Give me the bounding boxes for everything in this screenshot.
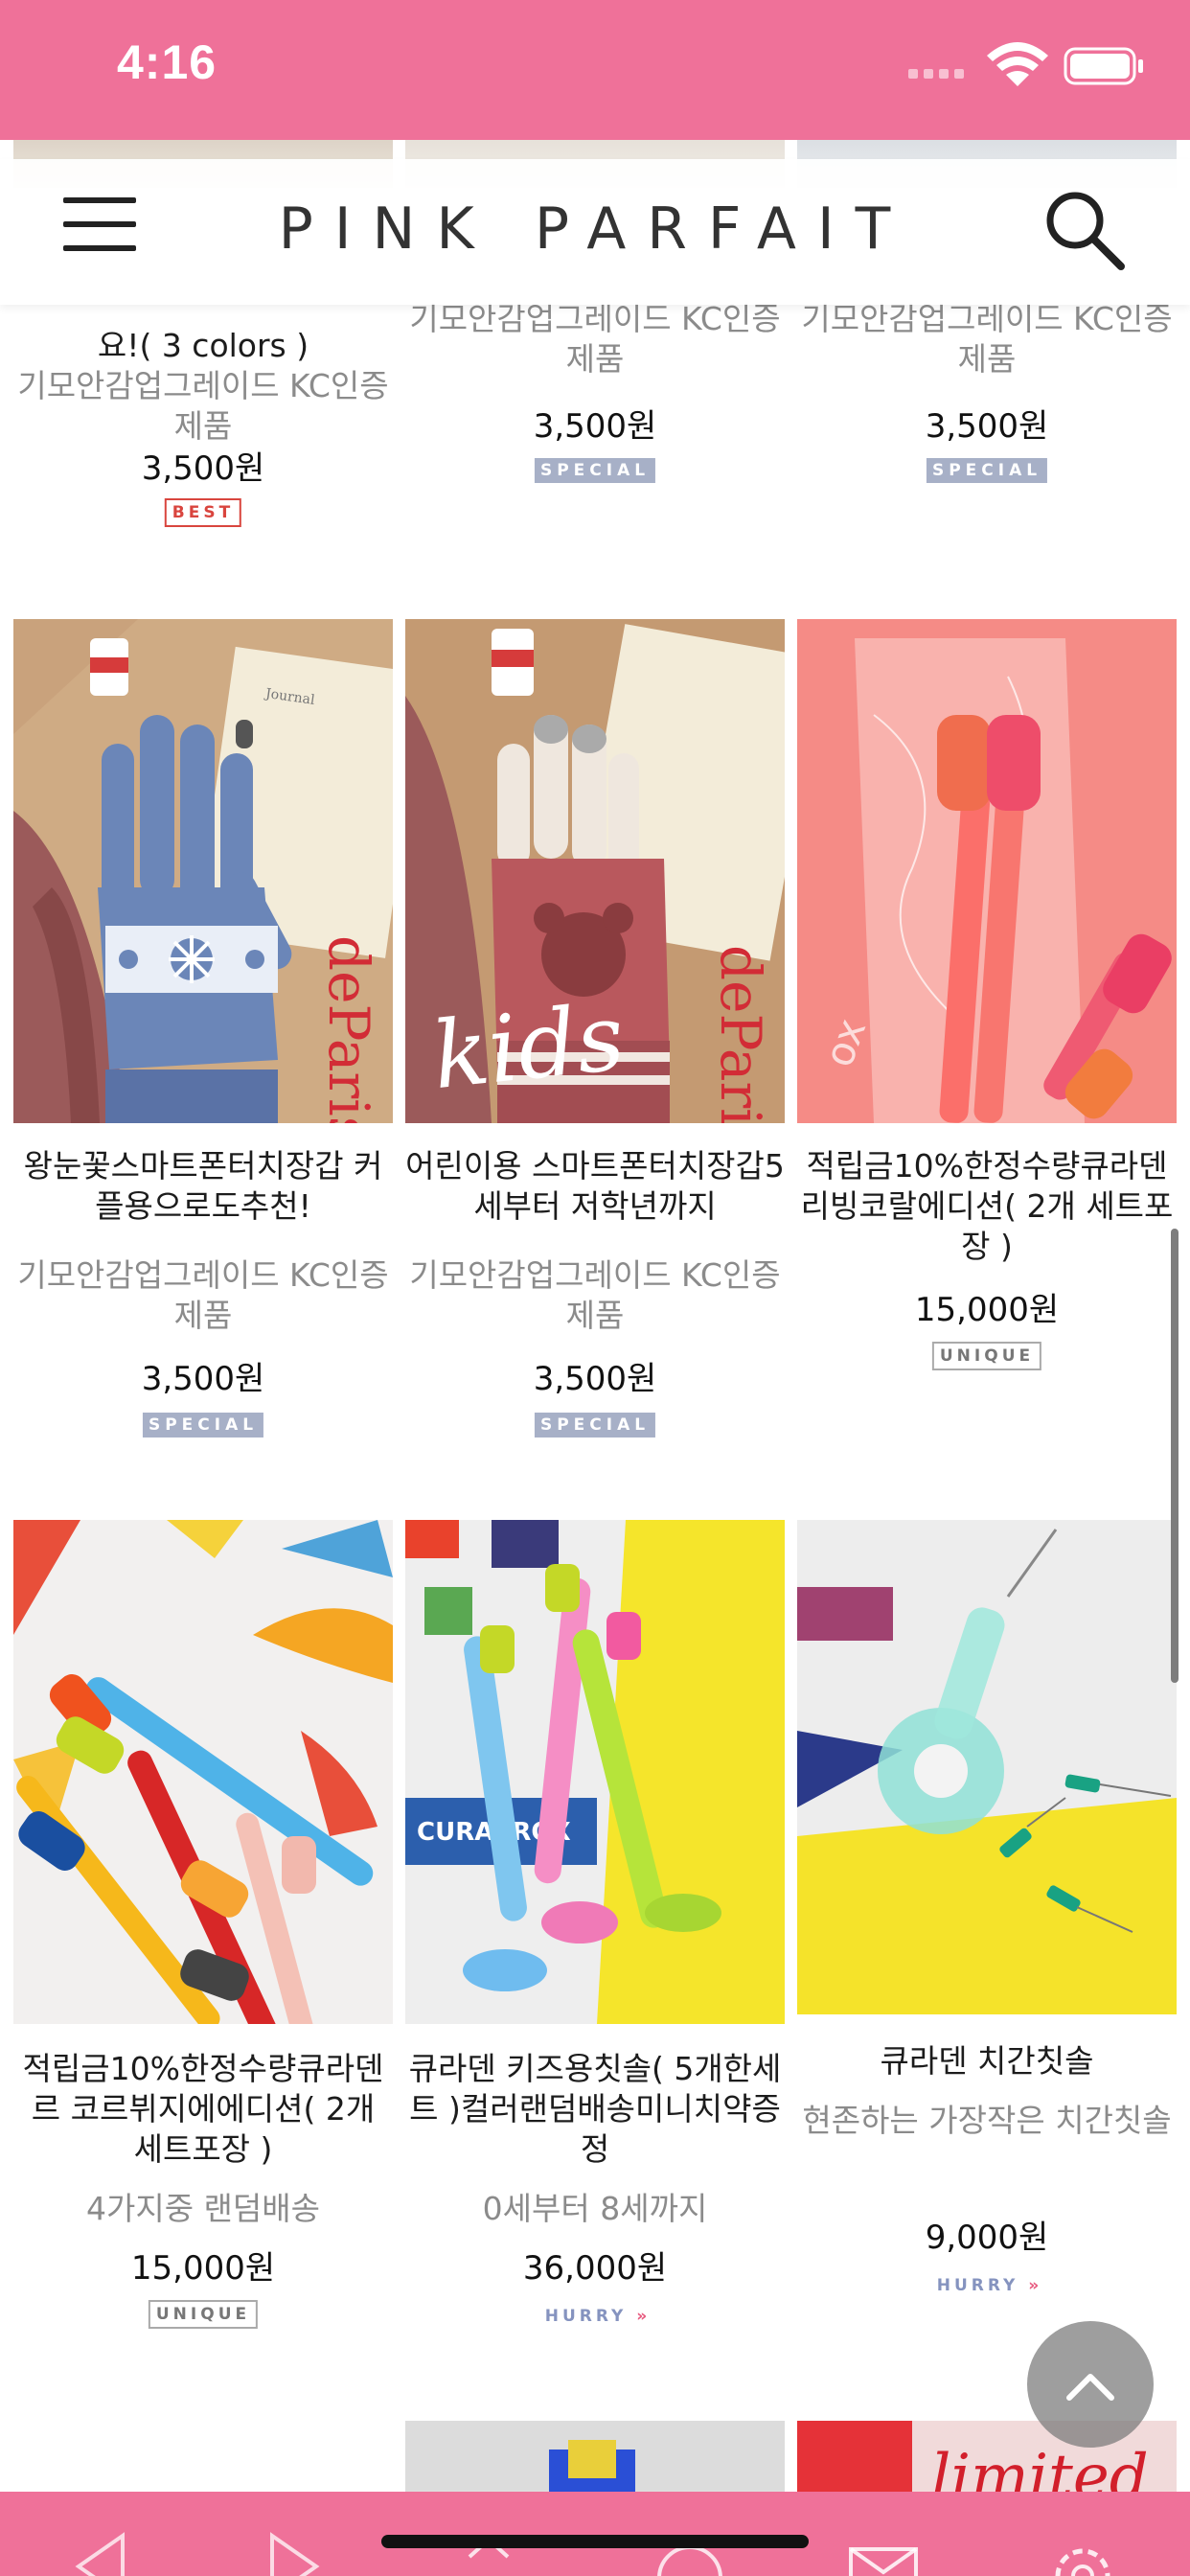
product-desc: 기모안감업그레이드 KC인증제품 <box>409 300 781 378</box>
product-image-adult-gloves[interactable]: Journal deParis <box>13 619 393 1123</box>
status-bar: 4:16 <box>0 0 1190 140</box>
product-card[interactable]: 적립금10%한정수량큐라덴 르 코르뷔지에에디션( 2개 세트포장 ) 4가지중… <box>13 1520 393 2440</box>
product-name: 큐라덴 치간칫솔 <box>880 2042 1094 2080</box>
settings-icon[interactable] <box>1044 2528 1121 2576</box>
product-desc: 기모안감업그레이드 KC인증제품 <box>409 1256 781 1334</box>
product-card[interactable] <box>13 2421 393 2492</box>
product-price: 3,500원 <box>533 1360 657 1398</box>
product-name: 적립금10%한정수량큐라덴 리빙코랄에디션( 2개 세트포장 ) <box>800 1147 1174 1265</box>
badge-hurry: HURRY » <box>936 2276 1039 2295</box>
limited-text: limited <box>931 2442 1149 2492</box>
scrollbar[interactable] <box>1171 1229 1179 1683</box>
product-card[interactable]: ox 적립금10%한정수량큐라덴 리빙코랄에디션( 2개 세트포장 ) 15,0… <box>797 619 1177 1520</box>
chevron-up-icon <box>1066 2374 1114 2401</box>
badge-unique: UNIQUE <box>148 2300 259 2329</box>
product-name: 큐라덴 키즈용칫솔( 5개한세트 )컬러랜덤배송미니치약증정 <box>408 2050 782 2168</box>
badge-unique: UNIQUE <box>931 1342 1042 1370</box>
badge-special: SPECIAL <box>534 1413 656 1438</box>
battery-icon <box>1064 47 1143 85</box>
forward-icon[interactable] <box>259 2528 335 2576</box>
home-indicator[interactable] <box>381 2535 809 2548</box>
mail-icon[interactable] <box>845 2528 922 2576</box>
product-image-lecorbusier-toothbrush[interactable] <box>13 1520 393 2024</box>
status-indicators <box>908 42 1143 86</box>
product-card[interactable]: CURAPROX 큐라덴 키즈용칫솔( 5개한세트 )컬러랜덤배송미니치약증정 … <box>405 1520 785 2440</box>
product-price: 15,000원 <box>130 2249 276 2288</box>
product-card[interactable]: deParis kids 어린이용 스마트폰터치장갑5세부터 저학년까지 기모안… <box>405 619 785 1520</box>
product-desc: 4가지중 랜덤배송 <box>85 2190 320 2227</box>
product-desc: 0세부터 8세까지 <box>482 2190 708 2227</box>
kids-text: kids <box>427 983 629 1110</box>
de-paris-text: deParis <box>708 945 773 1123</box>
search-icon[interactable] <box>1041 186 1127 272</box>
site-header: PINK PARFAIT <box>0 159 1190 305</box>
bottom-toolbar <box>0 2492 1190 2576</box>
product-desc: 기모안감업그레이드 KC인증제품 <box>17 367 389 445</box>
product-image-coral-toothbrush[interactable]: ox <box>797 619 1177 1123</box>
product-card[interactable]: Journal deParis 왕눈꽃스마트폰터치장갑 커플용으로도추천! 기모… <box>13 619 393 1520</box>
back-icon[interactable] <box>59 2528 136 2576</box>
product-desc: 기모안감업그레이드 KC인증제품 <box>801 300 1173 378</box>
product-name: 왕눈꽃스마트폰터치장갑 커플용으로도추천! <box>23 1147 383 1225</box>
product-price: 3,500원 <box>141 449 265 488</box>
badge-best: BEST <box>164 498 242 527</box>
wifi-icon <box>987 42 1048 86</box>
product-name: 어린이용 스마트폰터치장갑5세부터 저학년까지 <box>405 1147 785 1225</box>
product-price: 3,500원 <box>925 407 1049 446</box>
de-paris-text: deParis <box>316 935 381 1123</box>
badge-special: SPECIAL <box>142 1413 264 1438</box>
site-logo[interactable]: PINK PARFAIT <box>0 196 1190 263</box>
product-image-kids-toothbrush[interactable]: CURAPROX <box>405 1520 785 2024</box>
scroll-to-top-button[interactable] <box>1027 2321 1154 2448</box>
product-name: 요!( 3 colors ) <box>97 327 309 364</box>
product-price: 36,000원 <box>522 2249 668 2288</box>
product-card[interactable] <box>405 2421 785 2492</box>
product-image[interactable] <box>13 2469 393 2492</box>
product-price: 9,000원 <box>925 2219 1049 2257</box>
product-price: 3,500원 <box>533 407 657 446</box>
product-image[interactable] <box>405 2421 785 2492</box>
product-price: 15,000원 <box>914 1291 1060 1329</box>
product-price: 3,500원 <box>141 1360 265 1398</box>
badge-special: SPECIAL <box>926 458 1048 483</box>
product-desc: 기모안감업그레이드 KC인증제품 <box>17 1256 389 1334</box>
signal-icon <box>908 69 964 79</box>
product-card[interactable]: 큐라덴 치간칫솔 현존하는 가장작은 치간칫솔 9,000원 HURRY » <box>797 1520 1177 2440</box>
product-name: 적립금10%한정수량큐라덴 르 코르뷔지에에디션( 2개 세트포장 ) <box>22 2050 384 2168</box>
status-time: 4:16 <box>117 35 217 89</box>
product-desc: 현존하는 가장작은 치간칫솔 <box>802 2102 1172 2139</box>
badge-hurry: HURRY » <box>544 2307 647 2326</box>
product-image-interdental-brush[interactable] <box>797 1520 1177 2014</box>
product-grid: 요!( 3 colors ) 기모안감업그레이드 KC인증제품 3,500원 B… <box>0 140 1190 2492</box>
product-image-kids-gloves[interactable]: deParis kids <box>405 619 785 1123</box>
badge-special: SPECIAL <box>534 458 656 483</box>
